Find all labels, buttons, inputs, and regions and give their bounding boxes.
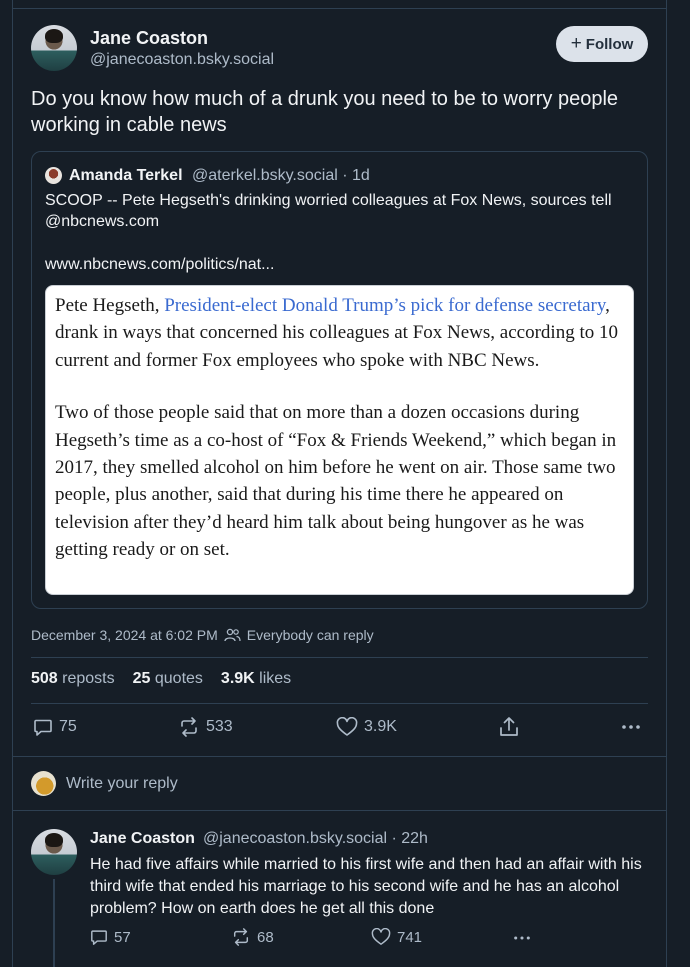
reply-text: He had five affairs while married to his… — [90, 856, 642, 917]
composer-bottom-divider — [12, 810, 667, 811]
reply-author-meta[interactable]: @janecoaston.bsky.social · 22h — [203, 830, 428, 848]
stats-bottom-divider — [31, 703, 648, 704]
reply-like-button[interactable]: 741 — [371, 928, 422, 946]
plus-icon: + — [570, 32, 582, 54]
post-timestamp-row: December 3, 2024 at 6:02 PM Everybody ca… — [31, 627, 374, 643]
repost-count: 533 — [206, 718, 233, 735]
repost-button[interactable]: 533 — [178, 717, 233, 737]
quote-author-avatar — [45, 167, 62, 184]
article-paragraph-2: Two of those people said that on more th… — [55, 402, 617, 561]
share-icon — [500, 717, 518, 736]
like-count: 3.9K — [364, 718, 397, 735]
people-icon — [224, 628, 241, 642]
more-dots-icon — [514, 936, 530, 940]
current-user-avatar — [31, 771, 56, 796]
quote-text: SCOOP -- Pete Hegseth's drinking worried… — [45, 192, 612, 230]
reply-more-options-button[interactable] — [512, 929, 532, 947]
reply-button[interactable]: 75 — [33, 717, 77, 737]
reposts-stat[interactable]: 508 reposts — [31, 670, 115, 688]
thread-connector-line — [53, 879, 55, 967]
post-stats: 508 reposts 25 quotes 3.9K likes — [31, 670, 291, 688]
article-p1-before: Pete Hegseth, — [55, 295, 165, 316]
quoted-post[interactable]: Amanda Terkel @aterkel.bsky.social · 1d … — [31, 151, 648, 609]
reply-icon — [34, 719, 52, 736]
reply-icon — [91, 930, 107, 945]
author-avatar[interactable] — [31, 25, 77, 71]
reply-reply-button[interactable]: 57 — [90, 928, 131, 946]
reply-setting[interactable]: Everybody can reply — [247, 627, 374, 643]
heart-icon — [336, 717, 358, 736]
composer-top-divider — [12, 756, 667, 757]
reply-reply-count: 57 — [114, 928, 131, 946]
post-timestamp: December 3, 2024 at 6:02 PM — [31, 627, 218, 643]
author-name[interactable]: Jane Coaston — [90, 28, 208, 49]
likes-stat[interactable]: 3.9K likes — [221, 670, 291, 688]
author-handle[interactable]: @janecoaston.bsky.social — [90, 51, 274, 69]
quote-link[interactable]: www.nbcnews.com/politics/nat... — [45, 256, 274, 274]
quotes-stat[interactable]: 25 quotes — [133, 670, 203, 688]
reply-author-avatar[interactable] — [31, 829, 77, 875]
write-reply-prompt[interactable]: Write your reply — [66, 775, 178, 793]
article-paragraph-1: Pete Hegseth, President-elect Donald Tru… — [55, 292, 623, 374]
reply-author-name[interactable]: Jane Coaston — [90, 830, 195, 848]
article-p1-link: President-elect Donald Trump’s pick for … — [164, 295, 606, 316]
post-text: Do you know how much of a drunk you need… — [31, 88, 619, 136]
article-screenshot-image[interactable]: Pete Hegseth, President-elect Donald Tru… — [45, 285, 634, 595]
reply-repost-count: 68 — [257, 928, 274, 946]
stats-top-divider — [31, 657, 648, 658]
more-options-button[interactable] — [621, 717, 641, 737]
top-divider — [13, 8, 666, 9]
heart-icon — [371, 928, 391, 945]
follow-label: Follow — [585, 35, 634, 53]
follow-button[interactable]: + Follow — [556, 26, 648, 62]
more-dots-icon — [622, 725, 640, 729]
reply-like-count: 741 — [397, 928, 423, 946]
quote-author-name: Amanda Terkel — [69, 167, 183, 184]
repost-icon — [181, 717, 197, 737]
quote-author-meta: @aterkel.bsky.social · 1d — [192, 167, 370, 184]
reply-count: 75 — [59, 718, 77, 735]
share-button[interactable] — [499, 716, 519, 738]
reply-repost-button[interactable]: 68 — [231, 928, 274, 946]
like-button[interactable]: 3.9K — [336, 717, 397, 737]
repost-icon — [233, 928, 249, 946]
